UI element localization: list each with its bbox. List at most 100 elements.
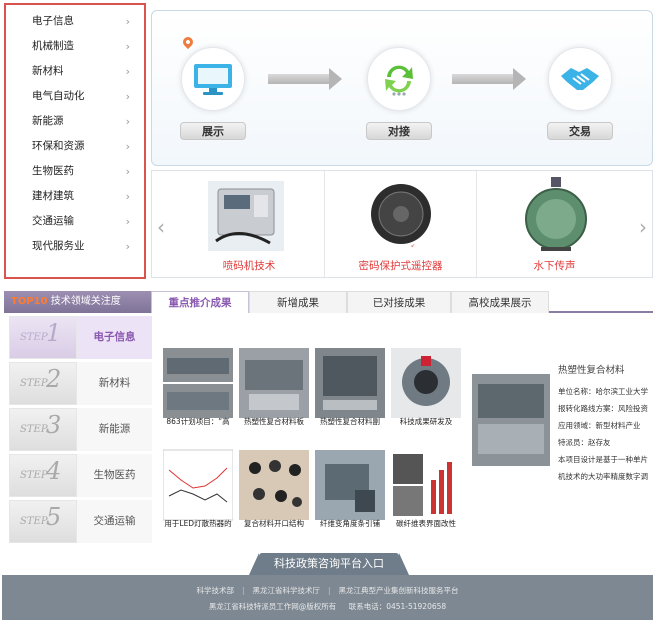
detail-line: 机技术的大功率精度数字调 [558, 472, 648, 481]
sidebar-item-label: 环保和资源 [32, 140, 85, 152]
achievement-grid: 863计划项目：“高 热塑性复合材料板 热塑性复合材料副 科技成果研发及 用于L… [155, 320, 465, 542]
copyright-text: 黑龙江省科技特派员工作网@版权所有 [208, 602, 337, 611]
tab-university[interactable]: 高校成果展示 [451, 291, 549, 313]
sidebar-item-environment[interactable]: 环保和资源 › [6, 134, 144, 159]
step-badge: STEP 1 [9, 316, 77, 359]
remote-control-image: ↙ [361, 181, 441, 251]
divider: | [328, 586, 331, 595]
carousel-caption: 密码保护式遥控器 [358, 260, 443, 272]
sidebar-item-services[interactable]: 现代服务业 › [6, 234, 144, 259]
sidebar-item-label: 生物医药 [32, 165, 74, 177]
carousel-caption: 水下传声 [533, 260, 576, 272]
achievement-caption[interactable]: 碳纤维表界面改性 [388, 518, 464, 529]
achievement-caption[interactable]: 用于LED灯散热器的 [160, 518, 236, 529]
inkjet-printer-image [208, 181, 284, 251]
achievement-thumbnail[interactable] [239, 344, 309, 422]
chevron-right-icon: › [125, 115, 130, 128]
divider: | [241, 586, 245, 595]
achievement-thumbnail[interactable] [163, 446, 233, 524]
achievement-caption[interactable]: 纤维变角度条引铺 [312, 518, 388, 529]
achievement-caption[interactable]: 热塑性复合材料板 [236, 416, 312, 427]
monitor-icon [194, 64, 232, 95]
top10-header: TOP10 技术领域关注度 [4, 291, 151, 313]
sidebar-item-new-materials[interactable]: 新材料 › [6, 59, 144, 84]
achievement-thumbnail[interactable] [391, 446, 461, 524]
category-sidebar: 电子信息 › 机械制造 › 新材料 › 电气自动化 › 新能源 › 环保和资源 › 生物医药… [4, 3, 146, 279]
step-badge: STEP 3 [9, 408, 77, 451]
handshake-icon [561, 68, 599, 90]
sidebar-item-label: 新材料 [32, 65, 64, 77]
detail-line: 单位名称：哈尔滨工业大学 [558, 387, 648, 396]
footer-link[interactable]: 黑龙江典型产业集创新科技服务平台 [339, 586, 459, 595]
tab-matched[interactable]: 已对接成果 [347, 291, 451, 313]
detail-line: 本项目设计是基于一种单片 [558, 455, 648, 464]
process-step-display[interactable] [181, 47, 245, 111]
tab-featured[interactable]: 重点推介成果 [151, 291, 249, 313]
achievement-thumbnail[interactable] [315, 344, 385, 422]
policy-platform-entry-button[interactable]: 科技政策咨询平台入口 [249, 553, 409, 575]
step-number: 1 [46, 319, 62, 347]
sidebar-item-label: 现代服务业 [32, 240, 85, 252]
sidebar-item-electronics[interactable]: 电子信息 › [6, 9, 144, 34]
step-word: STEP [20, 424, 48, 435]
process-step-trade[interactable] [548, 47, 612, 111]
contact-phone: 联系电话：0451-51920658 [348, 602, 447, 611]
detail-image[interactable] [472, 374, 550, 466]
step-word: STEP [20, 470, 48, 481]
tab-new[interactable]: 新增成果 [249, 291, 347, 313]
achievement-caption[interactable]: 科技成果研发及 [388, 416, 464, 427]
step-item-1[interactable]: STEP 1 电子信息 [9, 316, 152, 359]
step-number: 4 [46, 457, 62, 485]
top10-title: 技术领域关注度 [50, 296, 121, 307]
carousel-item[interactable]: ↙ 密码保护式遥控器 [324, 171, 476, 277]
step-badge: STEP 4 [9, 454, 77, 497]
process-label-trade: 交易 [547, 122, 613, 140]
achievement-caption[interactable]: 复合材料开口结构 [236, 518, 312, 529]
step-label: 新材料 [77, 362, 152, 405]
sidebar-item-machinery[interactable]: 机械制造 › [6, 34, 144, 59]
carousel-prev-button[interactable]: ‹ [157, 215, 165, 239]
step-item-2[interactable]: STEP 2 新材料 [9, 362, 152, 405]
step-word: STEP [20, 378, 48, 389]
sidebar-item-new-energy[interactable]: 新能源 › [6, 109, 144, 134]
achievement-thumbnail[interactable] [315, 446, 385, 524]
process-step-match[interactable] [367, 47, 431, 111]
sidebar-item-construction[interactable]: 建材建筑 › [6, 184, 144, 209]
chevron-right-icon: › [125, 190, 130, 203]
step-label: 生物医药 [77, 454, 152, 497]
detail-line: 报转化路线方案：风险投资 [558, 404, 648, 413]
achievement-thumbnail[interactable] [239, 446, 309, 524]
achievement-thumbnail[interactable] [391, 344, 461, 422]
carousel-next-button[interactable]: › [639, 215, 647, 239]
sidebar-item-label: 建材建筑 [32, 190, 74, 202]
achievement-caption[interactable]: 863计划项目：“高 [160, 416, 236, 427]
sidebar-item-label: 电气自动化 [32, 90, 85, 102]
sidebar-item-transport[interactable]: 交通运输 › [6, 209, 144, 234]
product-carousel: ‹ › 喷码机技术 ↙ 密码保护式遥控器 水下传声 [151, 170, 653, 278]
step-number: 2 [46, 365, 62, 393]
sidebar-item-automation[interactable]: 电气自动化 › [6, 84, 144, 109]
footer-link[interactable]: 科学技术部 [196, 586, 234, 595]
process-label-match: 对接 [366, 122, 432, 140]
step-word: STEP [20, 516, 48, 527]
footer-links: 科学技术部 | 黑龙江省科学技术厅 | 黑龙江典型产业集创新科技服务平台 [2, 585, 653, 596]
achievement-thumbnail[interactable] [163, 344, 233, 422]
carousel-item[interactable]: 喷码机技术 [174, 171, 324, 277]
step-item-3[interactable]: STEP 3 新能源 [9, 408, 152, 451]
svg-text:↙: ↙ [411, 243, 415, 249]
step-item-5[interactable]: STEP 5 交通运输 [9, 500, 152, 543]
footer-link[interactable]: 黑龙江省科学技术厅 [253, 586, 321, 595]
underwater-transducer-image [525, 177, 587, 251]
chevron-right-icon: › [125, 240, 130, 253]
achievement-tabs: 重点推介成果 新增成果 已对接成果 高校成果展示 [151, 291, 653, 313]
step-item-4[interactable]: STEP 4 生物医药 [9, 454, 152, 497]
sidebar-item-label: 新能源 [32, 115, 64, 127]
domain-steps: STEP 1 电子信息 STEP 2 新材料 STEP 3 新能源 STEP 4 生物医… [9, 316, 152, 544]
sidebar-item-biomedicine[interactable]: 生物医药 › [6, 159, 144, 184]
detail-title[interactable]: 热塑性复合材料 [558, 362, 625, 376]
chevron-right-icon: › [125, 90, 130, 103]
arrow-right-icon [452, 68, 526, 90]
step-badge: STEP 5 [9, 500, 77, 543]
carousel-item[interactable]: 水下传声 [476, 171, 632, 277]
achievement-caption[interactable]: 热塑性复合材料副 [312, 416, 388, 427]
